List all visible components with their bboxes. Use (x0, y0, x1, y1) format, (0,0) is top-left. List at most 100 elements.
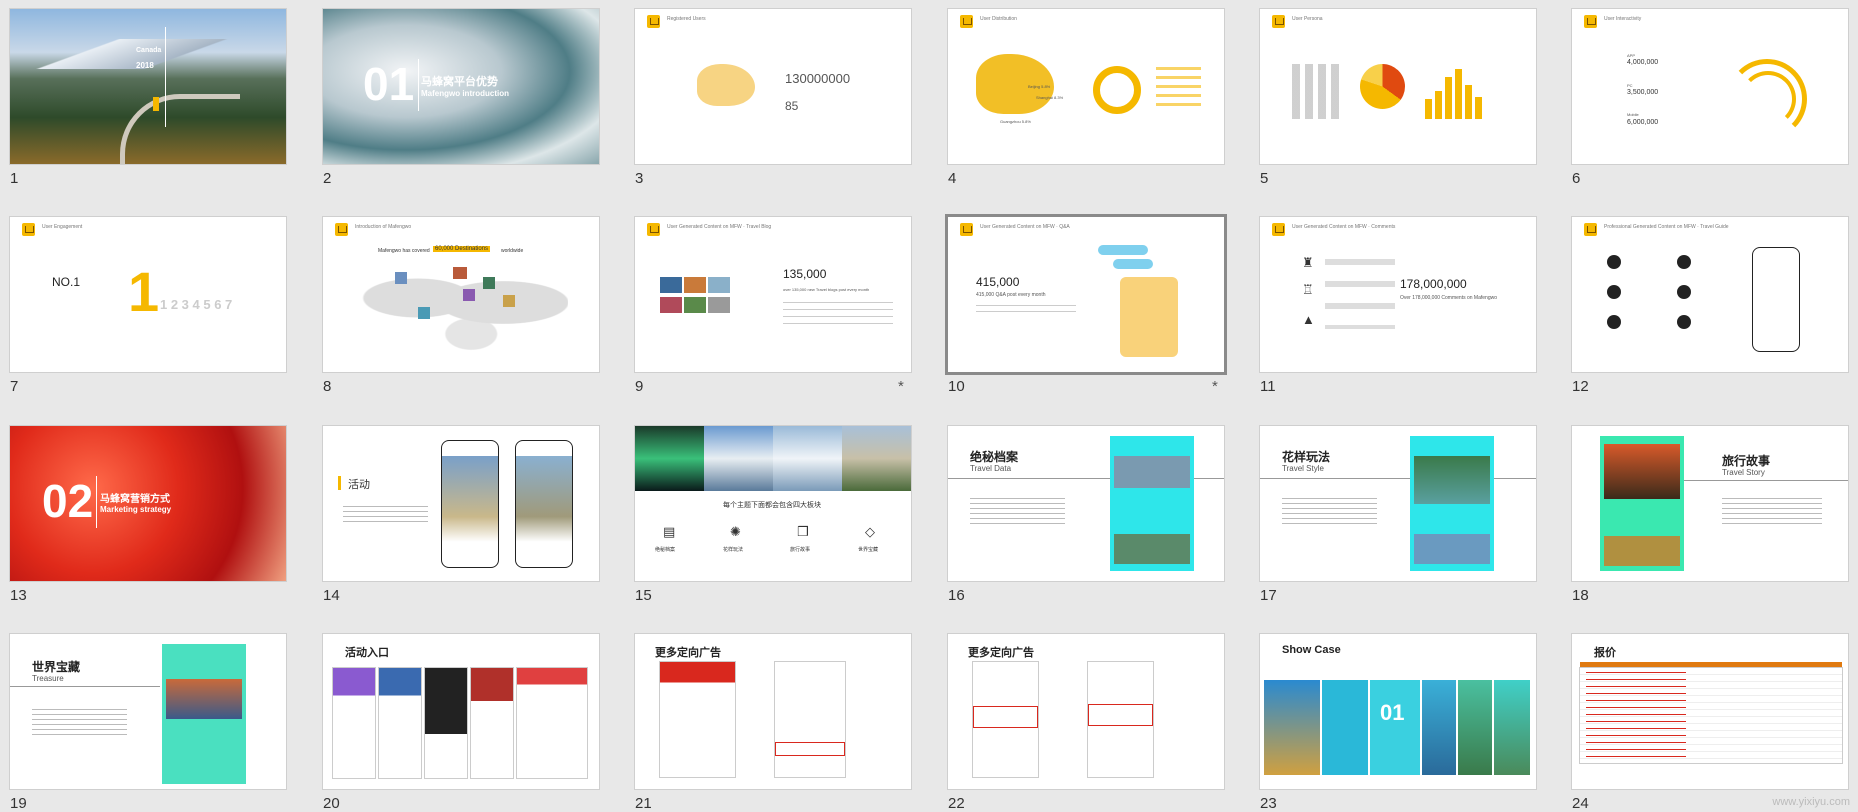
slide-7[interactable]: User Engagement NO.1 1 1 2 3 4 5 6 7 (10, 217, 286, 372)
animation-star-icon: * (1212, 378, 1218, 395)
slide-17-title: 花样玩法 (1282, 450, 1331, 464)
slide-19[interactable]: 世界宝藏 Treasure (10, 634, 286, 789)
book-icon: ❒ (797, 524, 809, 539)
slide-number: 19 (10, 795, 27, 812)
slide-23[interactable]: Show Case 01 (1260, 634, 1536, 789)
slide-18-subtitle: Travel Story (1722, 468, 1765, 477)
device-value: 3,500,000 (1627, 89, 1659, 96)
slide-19-subtitle: Treasure (32, 674, 64, 683)
slide-22[interactable]: 更多定向广告 (948, 634, 1224, 789)
mafengwo-logo-icon (1272, 223, 1285, 236)
slide-11[interactable]: User Generated Content on MFW · Comments… (1260, 217, 1536, 372)
slide-12[interactable]: Professional Generated Content on MFW · … (1572, 217, 1848, 372)
slide-1-year: 2018 (136, 61, 154, 70)
slide-15[interactable]: 每个主题下面都会包含四大板块 ▤ ✺ ❒ ◇ 绝秘档案 花样玩法 旅行故事 世界… (635, 426, 911, 581)
screenshot-tile (517, 668, 587, 778)
china-map (697, 64, 755, 106)
slide-24[interactable]: 报价 (1572, 634, 1848, 789)
showcase-photo (1264, 680, 1320, 775)
slide-14[interactable]: 活动 (323, 426, 599, 581)
screenshot-tile (333, 668, 375, 778)
title-underline (1260, 478, 1536, 479)
legend (1156, 67, 1201, 109)
registered-users-value: 130000000 (785, 71, 851, 86)
slide-number: 15 (635, 587, 652, 604)
device-label: PC (1627, 83, 1633, 88)
slide-5[interactable]: User Persona (1260, 9, 1536, 164)
yellow-marker (153, 97, 159, 111)
slide-4[interactable]: User Distribution Beijing 5.8% Shanghai … (948, 9, 1224, 164)
slide-24-title: 报价 (1594, 647, 1616, 659)
ad-screenshot (775, 662, 845, 777)
city-label: Guangzhou 5.8% (1000, 119, 1031, 124)
price-table-red-text (1586, 672, 1686, 757)
blog-bullets (783, 302, 893, 324)
device-label: Mobile (1627, 112, 1639, 117)
comments-sub: Over 178,000,000 Comments on Mafengwo (1400, 295, 1497, 301)
watermark: www.yixiyu.com (1772, 796, 1850, 808)
mafengwo-logo-icon (22, 223, 35, 236)
device-value: 4,000,000 (1627, 59, 1659, 66)
slide-2-number: 01 (363, 58, 415, 110)
city-label: Shanghai 8.3% (1036, 95, 1064, 100)
title-underline (1684, 480, 1848, 481)
highlight-box (775, 742, 845, 756)
showcase-photo (1422, 680, 1456, 775)
slide-2-subtitle: Mafengwo introduction (421, 89, 509, 98)
mafengwo-logo-icon (647, 223, 660, 236)
slide-18-title: 旅行故事 (1722, 454, 1771, 468)
percent-value: 85 (785, 99, 799, 113)
slide-10[interactable]: User Generated Content on MFW · Q&A 415,… (948, 217, 1224, 372)
slide-18[interactable]: 旅行故事 Travel Story (1572, 426, 1848, 581)
photo-tile (463, 289, 475, 301)
rank-digits: 1 2 3 4 5 6 7 (160, 297, 233, 312)
slide-3[interactable]: Registered Users 130000000 85 (635, 9, 911, 164)
slide-21[interactable]: 更多定向广告 (635, 634, 911, 789)
slide-18-text (1722, 498, 1822, 528)
slide-2[interactable]: 01 马蜂窝平台优势 Mafengwo introduction (323, 9, 599, 164)
qa-bullets (976, 305, 1076, 317)
slide-13[interactable]: 02 马蜂窝营销方式 Marketing strategy (10, 426, 286, 581)
screenshot-tile (379, 668, 421, 778)
slide-header: Introduction of Mafengwo (355, 224, 412, 230)
slide-1-title: Canada (136, 47, 162, 54)
mafengwo-logo-icon (1584, 15, 1597, 28)
slide-number: 24 (1572, 795, 1589, 812)
photo-tile (503, 295, 515, 307)
slide-number: 22 (948, 795, 965, 812)
slide-number: 11 (1260, 378, 1276, 395)
intro-post: worldwide (501, 248, 524, 254)
slide-9[interactable]: User Generated Content on MFW · Travel B… (635, 217, 911, 372)
video-thumbnail (1114, 456, 1190, 488)
donut-chart (1093, 66, 1141, 114)
photo-tile (418, 307, 430, 319)
slide-1[interactable]: Canada 2018 (10, 9, 286, 164)
mafengwo-logo-icon (1584, 223, 1597, 236)
slide-number: 2 (323, 170, 332, 187)
slide-6[interactable]: User Interactivity APP 4,000,000 PC 3,50… (1572, 9, 1848, 164)
vertical-line (165, 27, 166, 127)
slide-17[interactable]: 花样玩法 Travel Style (1260, 426, 1536, 581)
slide-number: 16 (948, 587, 965, 604)
mafengwo-logo-icon (335, 223, 348, 236)
slide-number: 3 (635, 170, 644, 187)
slide-17-text (1282, 498, 1377, 528)
river-photo (1414, 456, 1490, 504)
bar-6 (1475, 97, 1482, 119)
lake-photo (1414, 534, 1490, 564)
slide-16-title: 绝秘档案 (970, 450, 1019, 464)
slide-header: User Generated Content on MFW · Comments (1292, 224, 1396, 230)
answer-card (1120, 277, 1178, 357)
slide-20[interactable]: 活动入口 (323, 634, 599, 789)
pie-chart (1360, 64, 1405, 109)
slide-header: User Engagement (42, 224, 83, 230)
slide-number: 6 (1572, 170, 1581, 187)
slide-16-subtitle: Travel Data (970, 464, 1012, 473)
animation-star-icon: * (898, 378, 904, 395)
slide-8[interactable]: Introduction of Mafengwo Mafengwo has co… (323, 217, 599, 372)
showcase-photo (1494, 680, 1530, 775)
guide-icon (1677, 315, 1691, 329)
slide-23-title: Show Case (1282, 644, 1341, 656)
highlight-box (973, 706, 1038, 728)
slide-16[interactable]: 绝秘档案 Travel Data (948, 426, 1224, 581)
